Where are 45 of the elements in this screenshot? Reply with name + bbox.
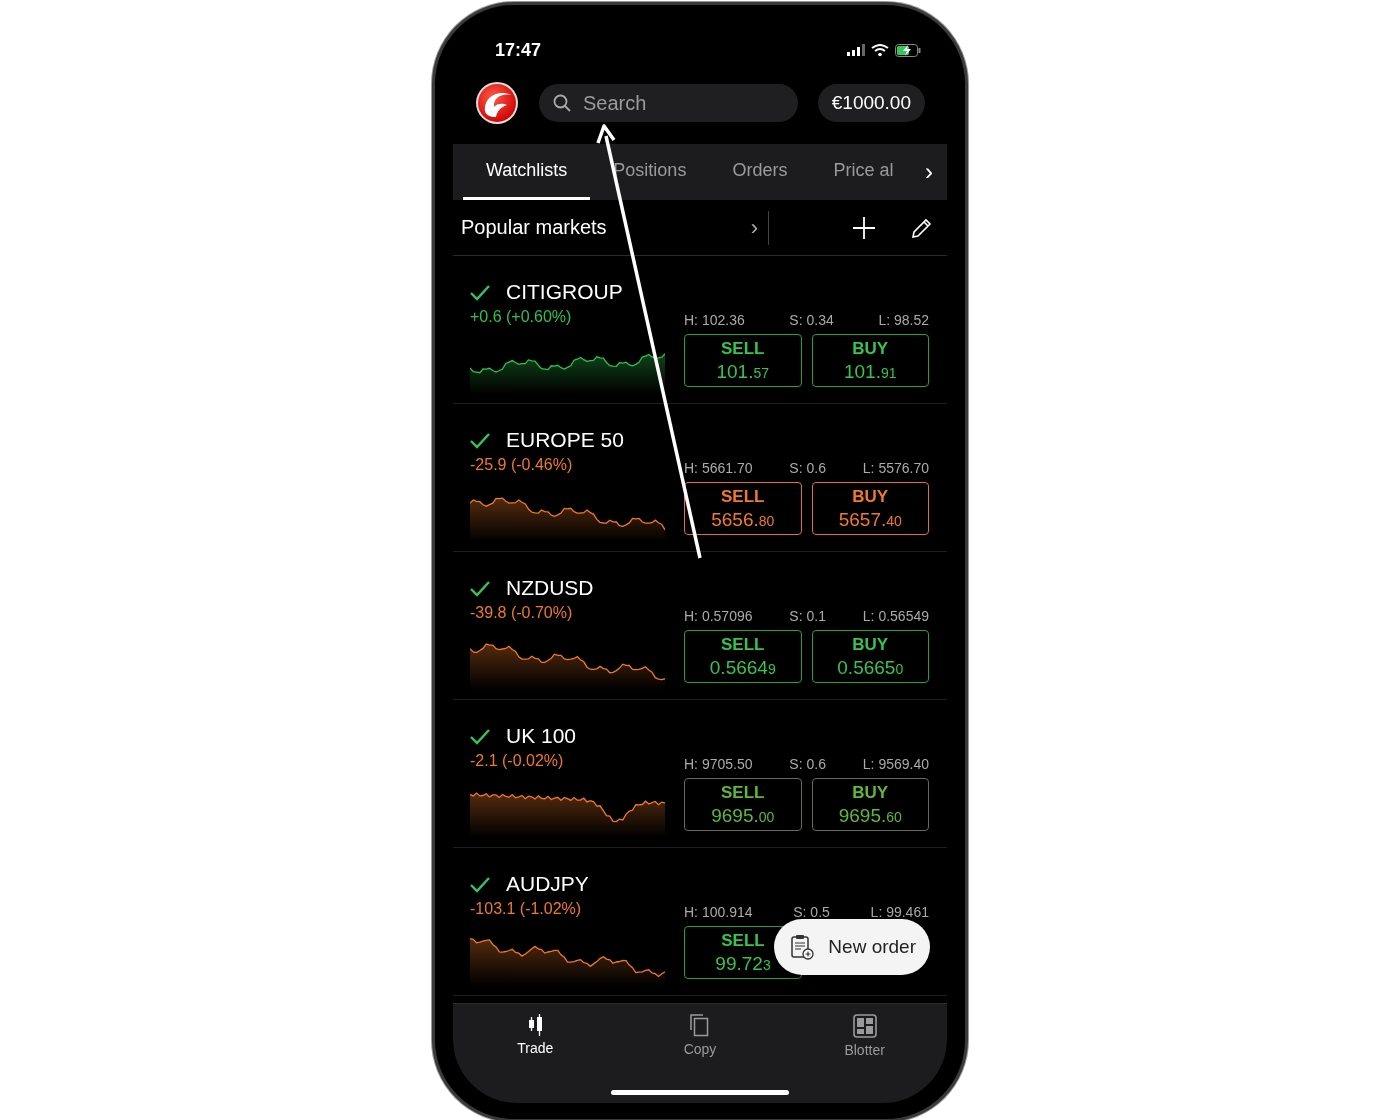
market-name[interactable]: AUDJPY (506, 872, 589, 896)
trade-button[interactable]: BUY 0.56650 (811, 630, 929, 683)
new-order-toast[interactable]: New order (774, 919, 930, 975)
market-name[interactable]: NZDUSD (506, 576, 594, 600)
low-price: L: 9569.40 (862, 756, 929, 774)
spread-value: S: 0.1 (789, 608, 826, 626)
low-price: L: 99.461 (870, 904, 929, 922)
watchlist-title[interactable]: Popular markets (461, 216, 607, 239)
tab[interactable]: Watchlists (463, 144, 591, 200)
price-change: -25.9 (-0.46%) (470, 456, 574, 475)
high-price: H: 5661.70 (684, 460, 753, 478)
price-change: -2.1 (-0.02%) (470, 752, 565, 771)
trade-button[interactable]: SELL 5656.80 (684, 482, 802, 535)
market-name[interactable]: CITIGROUP (506, 280, 623, 304)
trade-button[interactable]: BUY 5657.40 (811, 482, 929, 535)
high-price: H: 102.36 (684, 312, 745, 330)
nav-tab[interactable]: Blotter (804, 1014, 925, 1058)
nav-tab[interactable]: Trade (475, 1014, 596, 1056)
low-price: L: 0.56549 (862, 608, 929, 626)
market-name[interactable]: UK 100 (506, 724, 577, 748)
trade-button[interactable]: SELL 0.56649 (684, 630, 802, 683)
price-change: +0.6 (+0.60%) (470, 308, 573, 327)
tab[interactable]: Orders (709, 144, 811, 200)
nav-tab[interactable]: Copy (640, 1014, 760, 1057)
price-change: -103.1 (-1.02%) (470, 900, 583, 919)
spread-value: S: 0.6 (789, 460, 826, 478)
trade-button[interactable]: SELL 101.57 (684, 334, 802, 387)
trade-button[interactable]: BUY 9695.60 (811, 778, 929, 831)
trade-button[interactable]: BUY 101.91 (811, 334, 929, 387)
balance-pill[interactable]: €1000.00 (817, 84, 925, 122)
chevron-right[interactable]: › (750, 214, 758, 241)
high-price: H: 100.914 (684, 904, 753, 922)
market-name[interactable]: EUROPE 50 (506, 428, 624, 452)
spread-value: S: 0.6 (789, 756, 826, 774)
clock-time: 17:47 (495, 39, 542, 61)
price-change: -39.8 (-0.70%) (470, 604, 574, 623)
trade-button[interactable]: SELL 9695.00 (684, 778, 802, 831)
high-price: H: 9705.50 (684, 756, 753, 774)
spread-value: S: 0.34 (789, 312, 834, 330)
high-price: H: 0.57096 (684, 608, 753, 626)
tab[interactable]: Price al (810, 144, 917, 200)
spread-value: S: 0.5 (793, 904, 830, 922)
search-field[interactable]: Search (539, 84, 798, 122)
low-price: L: 5576.70 (862, 460, 929, 478)
low-price: L: 98.52 (878, 312, 929, 330)
